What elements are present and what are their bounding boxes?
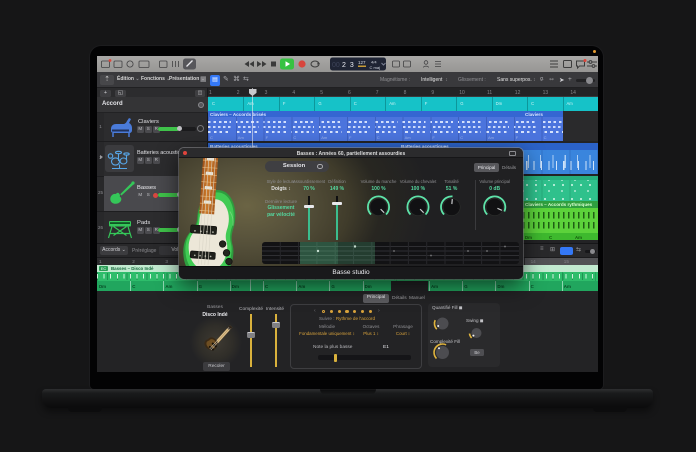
svg-text:00: 00 (332, 62, 340, 69)
svg-text:127: 127 (358, 60, 366, 65)
svg-text:4/4: 4/4 (371, 60, 377, 65)
svg-text:2 3: 2 3 (342, 62, 355, 69)
svg-text:C maj: C maj (370, 65, 381, 70)
